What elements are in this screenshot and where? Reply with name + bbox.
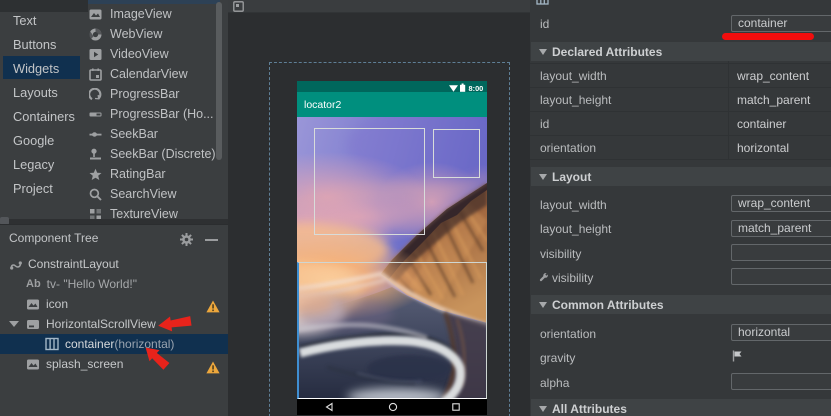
svg-text:8:00: 8:00: [469, 84, 484, 92]
